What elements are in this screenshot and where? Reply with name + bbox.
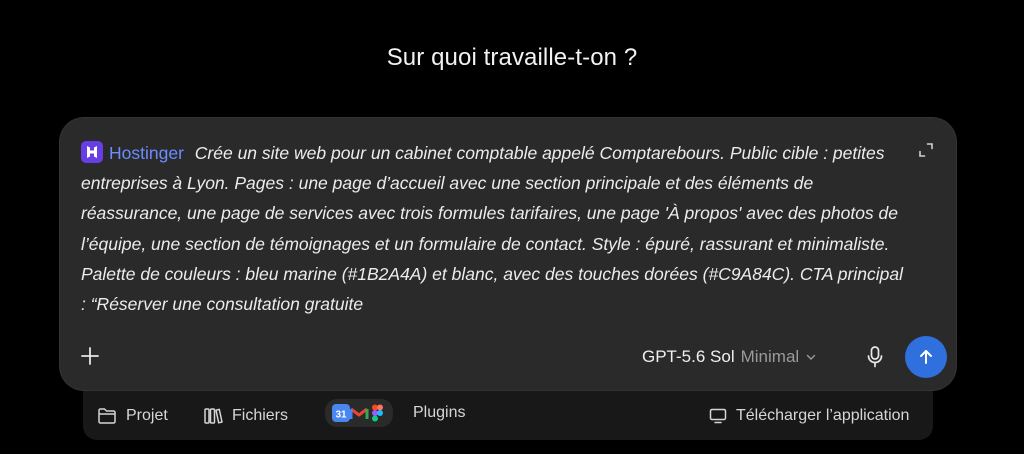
composer: Hostinger Crée un site web pour un cabin… <box>60 118 956 390</box>
plugins-label: Plugins <box>413 404 466 421</box>
send-button[interactable] <box>905 336 947 378</box>
files-label: Fichiers <box>232 407 289 424</box>
add-attachment-button[interactable] <box>80 346 100 366</box>
page: Sur quoi travaille-t-on ? Hostinger Crée… <box>0 0 1024 454</box>
plugin-icons: 31 <box>325 399 393 427</box>
project-button[interactable]: Projet <box>97 405 168 427</box>
files-icon <box>204 408 223 424</box>
model-selector[interactable]: GPT-5.6 Sol Minimal <box>642 346 817 368</box>
figma-icon <box>367 403 387 423</box>
prompt-text: Crée un site web pour un cabinet comptab… <box>81 143 903 315</box>
microphone-icon <box>867 346 883 368</box>
monitor-icon <box>709 408 727 424</box>
calendar-day: 31 <box>335 410 347 421</box>
hostinger-chip-label: Hostinger <box>109 143 184 163</box>
page-title: Sur quoi travaille-t-on ? <box>386 44 638 71</box>
download-app-button[interactable]: Télécharger l’application <box>709 405 909 427</box>
calendar-icon: 31 <box>331 403 351 423</box>
prompt-input[interactable]: Hostinger Crée un site web pour un cabin… <box>81 138 911 319</box>
microphone-button[interactable] <box>865 345 885 369</box>
model-mode: Minimal <box>740 347 800 366</box>
arrow-up-icon <box>920 350 932 364</box>
expand-icon[interactable] <box>918 142 934 158</box>
files-button[interactable]: Fichiers <box>203 405 288 427</box>
folder-icon <box>98 408 116 424</box>
download-label: Télécharger l’application <box>736 407 910 424</box>
gmail-icon <box>349 403 369 423</box>
plus-icon <box>81 347 99 365</box>
chevron-down-icon <box>806 354 816 360</box>
hostinger-logo-icon <box>81 141 103 163</box>
project-label: Projet <box>126 407 168 424</box>
model-name: GPT-5.6 Sol <box>642 347 735 366</box>
plugins-button[interactable]: 31 Plugins <box>325 399 466 427</box>
hostinger-chip[interactable]: Hostinger <box>81 141 184 163</box>
